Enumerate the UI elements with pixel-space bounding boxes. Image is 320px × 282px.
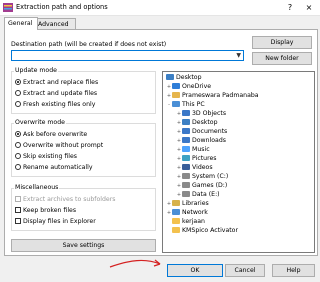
annotation-arrow-icon [109, 259, 161, 268]
cancel-button[interactable]: Cancel [225, 264, 265, 277]
help-button[interactable]: Help [272, 264, 315, 277]
ok-button[interactable]: OK [167, 264, 223, 277]
tab-general[interactable]: General [4, 17, 38, 30]
